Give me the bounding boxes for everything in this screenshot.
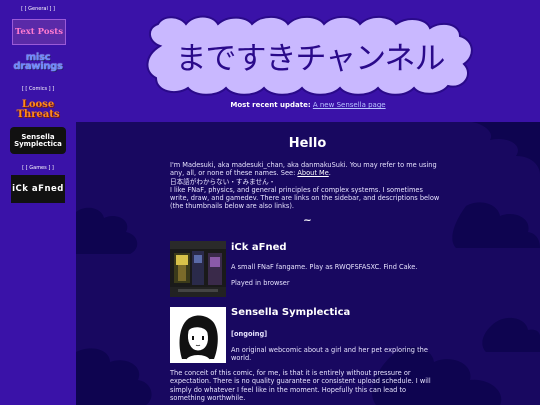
sensella-thumbnail[interactable] [170, 307, 226, 363]
sidebar-section-general: [ [ General ] ] [21, 6, 55, 12]
section-divider: ~ [303, 215, 312, 226]
comic-character-image [170, 307, 226, 363]
comic-conceit-text: The conceit of this comic, for me, is th… [170, 369, 431, 402]
game-platform-note: Played in browser [231, 279, 290, 287]
sidebar-item-sensella[interactable]: Sensella Symplectica [10, 127, 66, 154]
site-title: まですきチャンネル [175, 40, 445, 77]
ick-afned-thumbnail[interactable] [170, 241, 226, 297]
sidebar-item-loose-threats[interactable]: Loose Threats [11, 96, 65, 123]
sidebar-section-comics: [ [ Comics ] ] [21, 86, 55, 92]
site-banner[interactable]: まですきチャンネル [142, 12, 478, 98]
sidebar: [ [ General ] ] Text Posts misc drawings… [0, 0, 76, 405]
comic-status: [ongoing] [231, 330, 268, 338]
recent-update-link[interactable]: A new Sensella page [313, 101, 386, 109]
intro-text: I'm Madesuki, aka madesuki_chan, aka dan… [170, 161, 440, 211]
sidebar-item-label: Loose Threats [16, 98, 60, 120]
game-description: A small FNaF fangame. Play as RWQFSFASXC… [231, 263, 418, 271]
sidebar-item-text-posts[interactable]: Text Posts [12, 19, 66, 45]
game-scene-image [170, 241, 226, 297]
sidebar-item-label: Sensella Symplectica [14, 132, 62, 148]
page-heading: Hello [288, 136, 327, 151]
sidebar-item-label: Text Posts [14, 27, 64, 37]
sidebar-item-label: misc drawings [13, 52, 63, 72]
sidebar-item-misc-drawings[interactable]: misc drawings [9, 48, 67, 76]
recent-update-label: Most recent update: [230, 101, 311, 109]
sidebar-item-label: iCk aFned [12, 183, 64, 194]
about-me-link[interactable]: About Me [297, 169, 328, 177]
comic-title[interactable]: Sensella Symplectica [231, 307, 350, 318]
comic-description: An original webcomic about a girl and he… [231, 346, 428, 362]
intro-paragraph-2: I like FNaF, physics, and general princi… [170, 185, 440, 211]
recent-update: Most recent update: A new Sensella page [76, 101, 540, 109]
sidebar-item-ick-afned[interactable]: iCk aFned [11, 175, 65, 203]
sidebar-section-games: [ [ Games ] ] [22, 165, 54, 171]
intro-japanese: 日本語がわからない・すみません・ [170, 177, 276, 186]
game-title[interactable]: iCk aFned [231, 242, 287, 253]
